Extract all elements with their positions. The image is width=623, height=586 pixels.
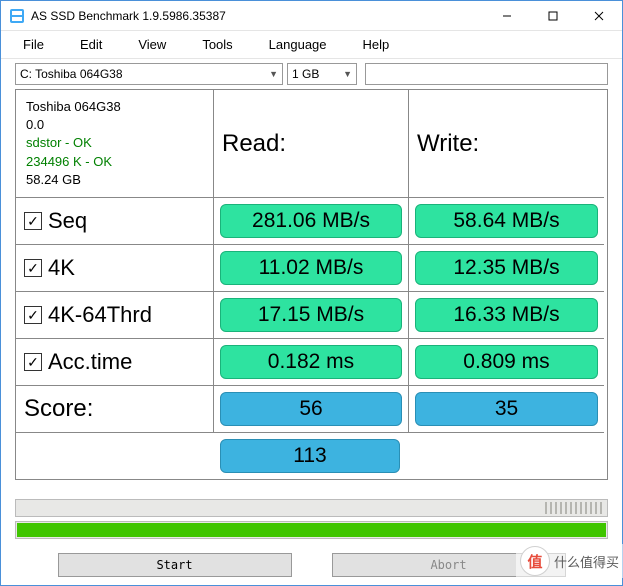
info-driver: sdstor - OK	[26, 134, 92, 152]
menu-view[interactable]: View	[120, 33, 184, 56]
start-button[interactable]: Start	[58, 553, 292, 577]
fourk64-label: 4K-64Thrd	[48, 302, 152, 328]
fourk-row-label: ✓ 4K	[16, 245, 214, 292]
acc-checkbox[interactable]: ✓	[24, 353, 42, 371]
score-total-row: 113	[16, 432, 604, 479]
seq-checkbox[interactable]: ✓	[24, 212, 42, 230]
progress-bar-1	[15, 499, 608, 517]
app-window: AS SSD Benchmark 1.9.5986.35387 File Edi…	[0, 0, 623, 586]
score-read-value: 56	[220, 392, 402, 426]
close-button[interactable]	[576, 1, 622, 31]
menu-edit[interactable]: Edit	[62, 33, 120, 56]
size-select[interactable]: 1 GB ▼	[287, 63, 357, 85]
fourk64-read-cell: 17.15 MB/s	[214, 292, 409, 339]
window-controls	[484, 1, 622, 31]
size-select-value: 1 GB	[292, 67, 319, 81]
chevron-down-icon: ▼	[269, 69, 278, 79]
watermark: 值 什么值得买	[516, 544, 623, 578]
write-header: Write:	[409, 90, 604, 198]
menu-tools[interactable]: Tools	[184, 33, 250, 56]
seq-label: Seq	[48, 208, 87, 234]
read-header: Read:	[214, 90, 409, 198]
drive-select[interactable]: C: Toshiba 064G38 ▼	[15, 63, 283, 85]
fourk64-row-label: ✓ 4K-64Thrd	[16, 292, 214, 339]
fourk-write-cell: 12.35 MB/s	[409, 245, 604, 292]
seq-read-cell: 281.06 MB/s	[214, 198, 409, 245]
fourk-write-value: 12.35 MB/s	[415, 251, 598, 285]
fourk64-write-cell: 16.33 MB/s	[409, 292, 604, 339]
fourk64-write-value: 16.33 MB/s	[415, 298, 598, 332]
progress-hatch-icon	[545, 502, 605, 514]
info-firmware: 0.0	[26, 116, 44, 134]
seq-row-label: ✓ Seq	[16, 198, 214, 245]
minimize-button[interactable]	[484, 1, 530, 31]
info-capacity: 58.24 GB	[26, 171, 81, 189]
toolbar-input[interactable]	[365, 63, 608, 85]
titlebar[interactable]: AS SSD Benchmark 1.9.5986.35387	[1, 1, 622, 31]
progress-bar-2	[15, 521, 608, 539]
results-area: Toshiba 064G38 0.0 sdstor - OK 234496 K …	[1, 89, 622, 495]
app-icon	[9, 8, 25, 24]
acc-read-cell: 0.182 ms	[214, 339, 409, 386]
fourk-checkbox[interactable]: ✓	[24, 259, 42, 277]
score-total-value: 113	[220, 439, 400, 473]
acc-label: Acc.time	[48, 349, 132, 375]
fourk-label: 4K	[48, 255, 75, 281]
chevron-down-icon: ▼	[343, 69, 352, 79]
progress-area	[1, 495, 622, 549]
score-read-cell: 56	[214, 386, 409, 432]
watermark-icon: 值	[520, 546, 550, 576]
menu-help[interactable]: Help	[345, 33, 408, 56]
progress-fill	[17, 523, 606, 537]
drive-info: Toshiba 064G38 0.0 sdstor - OK 234496 K …	[16, 90, 214, 198]
fourk64-read-value: 17.15 MB/s	[220, 298, 402, 332]
fourk-read-value: 11.02 MB/s	[220, 251, 402, 285]
results-grid: Toshiba 064G38 0.0 sdstor - OK 234496 K …	[15, 89, 608, 480]
info-alignment: 234496 K - OK	[26, 153, 112, 171]
fourk64-checkbox[interactable]: ✓	[24, 306, 42, 324]
seq-write-value: 58.64 MB/s	[415, 204, 598, 238]
acc-read-value: 0.182 ms	[220, 345, 402, 379]
toolbar: C: Toshiba 064G38 ▼ 1 GB ▼	[1, 59, 622, 89]
window-title: AS SSD Benchmark 1.9.5986.35387	[31, 9, 484, 23]
acc-row-label: ✓ Acc.time	[16, 339, 214, 386]
acc-write-value: 0.809 ms	[415, 345, 598, 379]
seq-read-value: 281.06 MB/s	[220, 204, 402, 238]
watermark-text: 什么值得买	[554, 552, 619, 571]
acc-write-cell: 0.809 ms	[409, 339, 604, 386]
menu-language[interactable]: Language	[251, 33, 345, 56]
score-write-cell: 35	[409, 386, 604, 432]
maximize-button[interactable]	[530, 1, 576, 31]
score-label: Score:	[16, 386, 214, 432]
seq-write-cell: 58.64 MB/s	[409, 198, 604, 245]
fourk-read-cell: 11.02 MB/s	[214, 245, 409, 292]
score-write-value: 35	[415, 392, 598, 426]
info-model: Toshiba 064G38	[26, 98, 121, 116]
menubar: File Edit View Tools Language Help	[1, 31, 622, 59]
menu-file[interactable]: File	[5, 33, 62, 56]
drive-select-value: C: Toshiba 064G38	[20, 67, 123, 81]
